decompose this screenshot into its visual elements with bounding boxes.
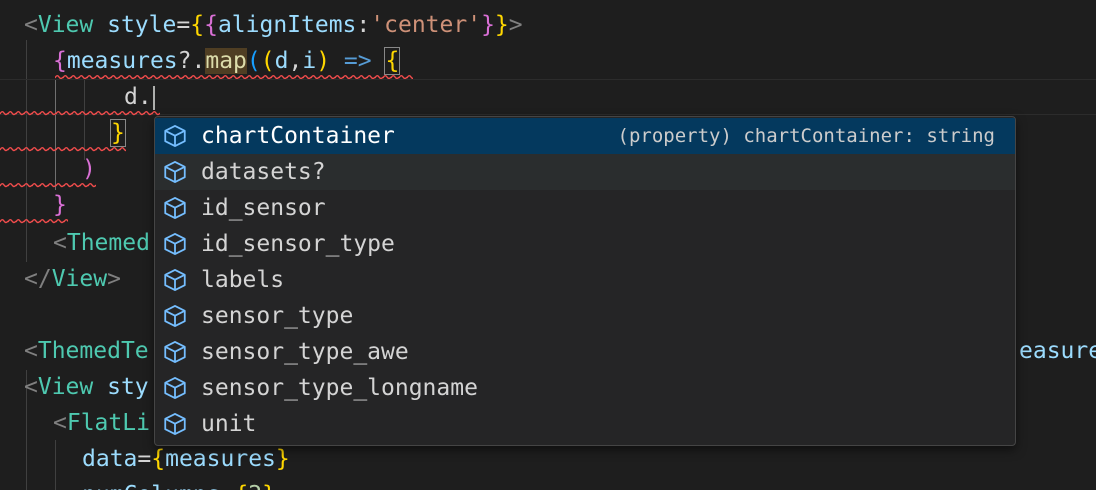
- token: <: [53, 410, 67, 436]
- token: <: [24, 12, 38, 38]
- code-line-1[interactable]: <View style={{alignItems:'center'}}>: [24, 7, 523, 43]
- property-cube-icon: [161, 410, 189, 438]
- text-cursor: [152, 85, 155, 110]
- token: {: [234, 482, 248, 490]
- token: ,: [288, 48, 303, 74]
- indent-guide: [55, 440, 56, 490]
- token-var: measures: [66, 48, 178, 74]
- token: }: [53, 192, 67, 218]
- suggestion-item[interactable]: sensor_type_longname: [155, 370, 1015, 406]
- token-brace: }: [110, 119, 126, 147]
- token: >: [508, 12, 523, 38]
- token: </: [24, 266, 52, 292]
- token: <: [24, 374, 38, 400]
- token: =: [137, 446, 152, 472]
- token: :: [356, 12, 371, 38]
- suggestion-label: unit: [201, 411, 257, 437]
- suggestion-label: sensor_type: [201, 303, 354, 329]
- code-line-12[interactable]: <FlatLi: [53, 405, 150, 441]
- token-tag: FlatLi: [66, 410, 150, 436]
- token: easures: [1019, 338, 1096, 364]
- token: }: [262, 482, 276, 490]
- suggestion-item[interactable]: labels: [155, 262, 1015, 298]
- token: =: [220, 482, 234, 490]
- property-cube-icon: [161, 230, 189, 258]
- token: {: [204, 12, 218, 38]
- suggestion-detail: (property) chartContainer: string: [617, 125, 996, 147]
- error-squiggle: [0, 110, 160, 116]
- property-cube-icon: [161, 194, 189, 222]
- token-attr: style: [107, 12, 177, 38]
- code-line-14[interactable]: numColumns={2}: [82, 477, 276, 490]
- suggestion-item[interactable]: sensor_type: [155, 298, 1015, 334]
- token-num: 2: [248, 482, 262, 490]
- token-tag: ThemedTe: [37, 338, 149, 364]
- token: =: [176, 12, 191, 38]
- token: ): [82, 156, 96, 182]
- code-line-10[interactable]: <ThemedTe: [24, 333, 149, 369]
- token: d.: [124, 84, 152, 110]
- suggestion-item[interactable]: unit: [155, 406, 1015, 442]
- suggestion-item[interactable]: id_sensor_type: [155, 226, 1015, 262]
- token: >: [107, 266, 121, 292]
- suggestion-label: datasets?: [201, 159, 326, 185]
- token-arrow: =>: [330, 48, 372, 74]
- suggestion-item[interactable]: sensor_type_awe: [155, 334, 1015, 370]
- property-cube-icon: [161, 266, 189, 294]
- code-line-13[interactable]: data={measures}: [82, 441, 290, 477]
- suggestion-item[interactable]: datasets?: [155, 154, 1015, 190]
- suggestion-label: labels: [201, 267, 285, 293]
- code-line-3-current[interactable]: d.: [0, 79, 1096, 115]
- token: }: [481, 12, 495, 38]
- code-line-7[interactable]: <Themed: [53, 225, 150, 261]
- property-cube-icon: [161, 122, 189, 150]
- error-squiggle: [0, 146, 126, 152]
- token: (: [260, 48, 275, 74]
- token-string: 'center': [370, 12, 482, 38]
- token-param: d: [274, 48, 289, 74]
- token-attr: sty: [107, 374, 149, 400]
- code-line-10-tail: easures: [1019, 333, 1096, 369]
- token: <: [24, 338, 38, 364]
- suggestion-label: chartContainer: [201, 123, 395, 149]
- token: }: [494, 12, 509, 38]
- code-line-11[interactable]: <View sty: [24, 369, 149, 405]
- property-cube-icon: [161, 302, 189, 330]
- suggestion-item[interactable]: id_sensor: [155, 190, 1015, 226]
- suggestion-label: sensor_type_awe: [201, 339, 409, 365]
- token-key: alignItems: [217, 12, 357, 38]
- token: {: [151, 446, 166, 472]
- token-param: i: [302, 48, 317, 74]
- token-attr: numColumns: [82, 482, 220, 490]
- token: {: [53, 48, 67, 74]
- token: }: [275, 446, 290, 472]
- suggestion-label: sensor_type_longname: [201, 375, 478, 401]
- error-squiggle: [0, 218, 68, 224]
- token: ): [316, 48, 331, 74]
- autocomplete-suggest-widget[interactable]: chartContainer (property) chartContainer:…: [154, 116, 1016, 446]
- suggestion-item[interactable]: chartContainer (property) chartContainer:…: [155, 118, 1015, 154]
- property-cube-icon: [161, 374, 189, 402]
- suggestion-label: id_sensor: [201, 195, 326, 221]
- code-line-8[interactable]: </View>: [24, 261, 121, 297]
- property-cube-icon: [161, 158, 189, 186]
- token-tag: View: [37, 12, 94, 38]
- token-tag: View: [37, 374, 94, 400]
- token-brace: {: [384, 47, 401, 75]
- token-fn: map: [205, 48, 247, 74]
- token-tag: Themed: [66, 230, 150, 256]
- token-var: measures: [165, 446, 276, 472]
- error-squiggle: [0, 182, 96, 188]
- token: (: [246, 48, 261, 74]
- property-cube-icon: [161, 338, 189, 366]
- token: ?.: [177, 48, 206, 74]
- suggestion-label: id_sensor_type: [201, 231, 395, 257]
- token: <: [53, 230, 67, 256]
- token-attr: data: [82, 446, 138, 472]
- token: {: [190, 12, 205, 38]
- token-tag: View: [51, 266, 108, 292]
